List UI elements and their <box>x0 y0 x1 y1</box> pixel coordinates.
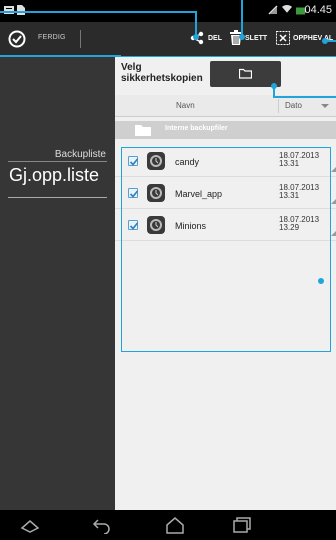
callout-line <box>0 55 121 57</box>
corner-indicator <box>331 167 336 172</box>
callout-dot <box>318 278 324 284</box>
divider <box>278 99 279 113</box>
item-date: 18.07.2013 13.31 <box>279 183 320 200</box>
checkmark-icon <box>129 190 139 198</box>
wifi-icon <box>282 5 292 13</box>
item-name: Minions <box>175 221 207 231</box>
callout-line <box>241 0 243 37</box>
callout-dot <box>239 34 245 40</box>
upload-list-item[interactable]: Gj.opp.liste <box>9 165 99 186</box>
home-icon[interactable] <box>165 516 185 534</box>
app-backup-icon <box>147 184 165 202</box>
item-name: candy <box>175 157 200 167</box>
app-backup-icon <box>147 152 165 170</box>
callout-dot <box>271 83 277 89</box>
item-checkbox[interactable] <box>128 188 139 198</box>
item-checkbox[interactable] <box>128 156 139 166</box>
name-column-header[interactable]: Navn <box>176 101 195 110</box>
file-icon <box>17 5 25 15</box>
clock: 04.45 <box>304 4 332 16</box>
app-backup-icon <box>147 216 165 234</box>
right-pane: Velg sikkerhetskopien Navn Dato Interne … <box>115 56 336 510</box>
item-date: 18.07.2013 13.31 <box>279 151 320 168</box>
checkmark-circle-icon <box>8 30 26 48</box>
folder-icon <box>135 125 151 136</box>
callout-line <box>0 11 196 13</box>
recent-apps-icon[interactable] <box>232 516 252 534</box>
backup-list-heading: Backupliste <box>54 149 106 160</box>
item-checkbox[interactable] <box>128 220 139 230</box>
column-header: Navn Dato <box>115 95 336 117</box>
delete-button[interactable]: SLETT <box>230 22 270 56</box>
callout-dot <box>193 34 199 40</box>
checkmark-icon <box>129 222 139 230</box>
item-name: Marvel_app <box>175 189 223 199</box>
delete-label: SLETT <box>245 35 268 42</box>
choose-folder-button[interactable] <box>210 61 281 87</box>
internal-backup-group[interactable]: Interne backupfiler <box>115 121 336 139</box>
date-column-header[interactable]: Dato <box>285 101 302 110</box>
checkmark-icon <box>129 158 139 166</box>
select-backup-title: Velg sikkerhetskopien <box>121 62 203 84</box>
left-pane: Backupliste Gj.opp.liste <box>0 56 115 510</box>
item-date: 18.07.2013 13.29 <box>279 215 320 232</box>
list-item[interactable]: Minions 18.07.2013 13.29 <box>115 209 336 241</box>
asus-menu-icon[interactable] <box>20 516 40 534</box>
notification-icon <box>4 6 14 14</box>
corner-indicator <box>331 199 336 204</box>
corner-indicator <box>331 231 336 236</box>
folder-icon <box>239 68 252 79</box>
action-bar: FERDIG DEL SLETT OPPHEV AL <box>0 22 336 56</box>
unselect-all-icon <box>276 31 290 45</box>
list-item[interactable]: Marvel_app 18.07.2013 13.31 <box>115 177 336 209</box>
callout-line <box>274 96 336 98</box>
list-item[interactable]: candy 18.07.2013 13.31 <box>115 145 336 177</box>
callout-dot <box>322 38 328 44</box>
done-label: FERDIG <box>38 34 66 41</box>
done-button[interactable]: FERDIG <box>0 22 80 56</box>
navigation-bar <box>0 510 336 540</box>
divider <box>8 197 107 198</box>
divider <box>8 161 107 162</box>
divider <box>80 30 81 48</box>
sort-arrow-icon[interactable] <box>321 104 329 108</box>
back-icon[interactable] <box>92 516 112 534</box>
group-label: Interne backupfiler <box>165 125 228 132</box>
no-sim-icon <box>268 5 278 15</box>
backup-list: candy 18.07.2013 13.31 Marvel_app 18.07.2… <box>115 145 336 241</box>
share-label: DEL <box>208 35 222 42</box>
